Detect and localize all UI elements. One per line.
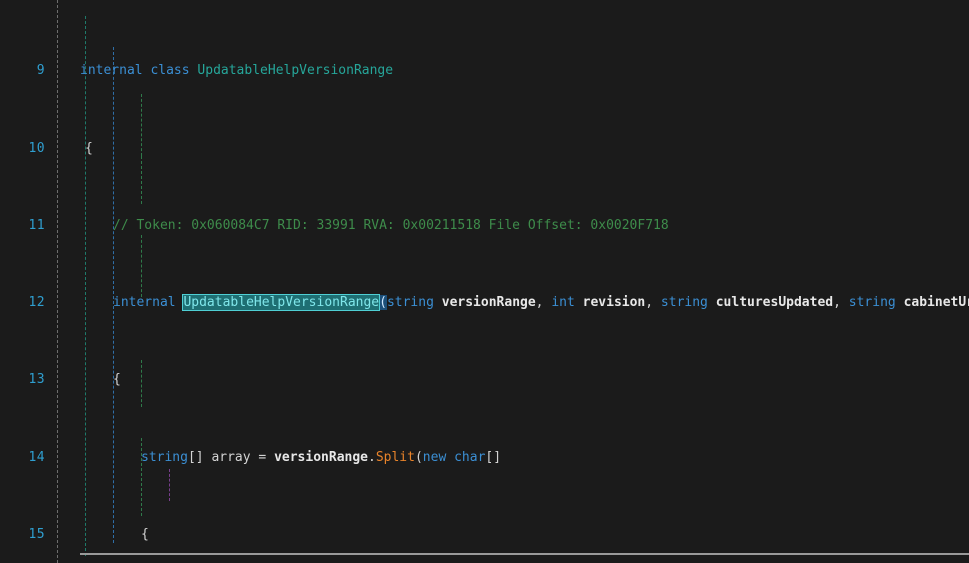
code-row[interactable]: 10 { (0, 141, 969, 157)
code-row[interactable]: 9 internal class UpdatableHelpVersionRan… (0, 63, 969, 79)
code-text[interactable]: internal class UpdatableHelpVersionRange (80, 63, 393, 79)
code-row[interactable]: 13 { (0, 372, 969, 388)
code-row[interactable]: 12 internal UpdatableHelpVersionRange(st… (0, 294, 969, 312)
line-number: 12 (28, 295, 45, 311)
code-editor[interactable]: 9 internal class UpdatableHelpVersionRan… (0, 0, 969, 563)
line-number: 13 (28, 372, 45, 388)
line-number: 9 (36, 63, 45, 79)
code-text[interactable]: { (85, 141, 93, 157)
code-text[interactable]: { (141, 527, 149, 543)
code-text[interactable]: { (113, 372, 121, 388)
caret-highlight: ( (379, 295, 387, 311)
code-text[interactable]: string[] array = versionRange.Split(new … (141, 450, 501, 466)
line-number: 15 (28, 527, 45, 543)
code-row[interactable]: 15 { (0, 527, 969, 543)
code-row[interactable]: 14 string[] array = versionRange.Split(n… (0, 450, 969, 466)
selected-text[interactable]: UpdatableHelpVersionRange (182, 294, 381, 312)
code-row[interactable]: 11 // Token: 0x060084C7 RID: 33991 RVA: … (0, 218, 969, 234)
line-number: 10 (28, 140, 45, 156)
line-number: 14 (28, 449, 45, 465)
horizontal-scrollbar[interactable] (80, 553, 969, 555)
code-text[interactable]: // Token: 0x060084C7 RID: 33991 RVA: 0x0… (113, 218, 669, 234)
line-number: 11 (28, 217, 45, 233)
code-text[interactable]: internal UpdatableHelpVersionRange(strin… (113, 294, 969, 312)
code-content[interactable]: 9 internal class UpdatableHelpVersionRan… (0, 0, 969, 563)
